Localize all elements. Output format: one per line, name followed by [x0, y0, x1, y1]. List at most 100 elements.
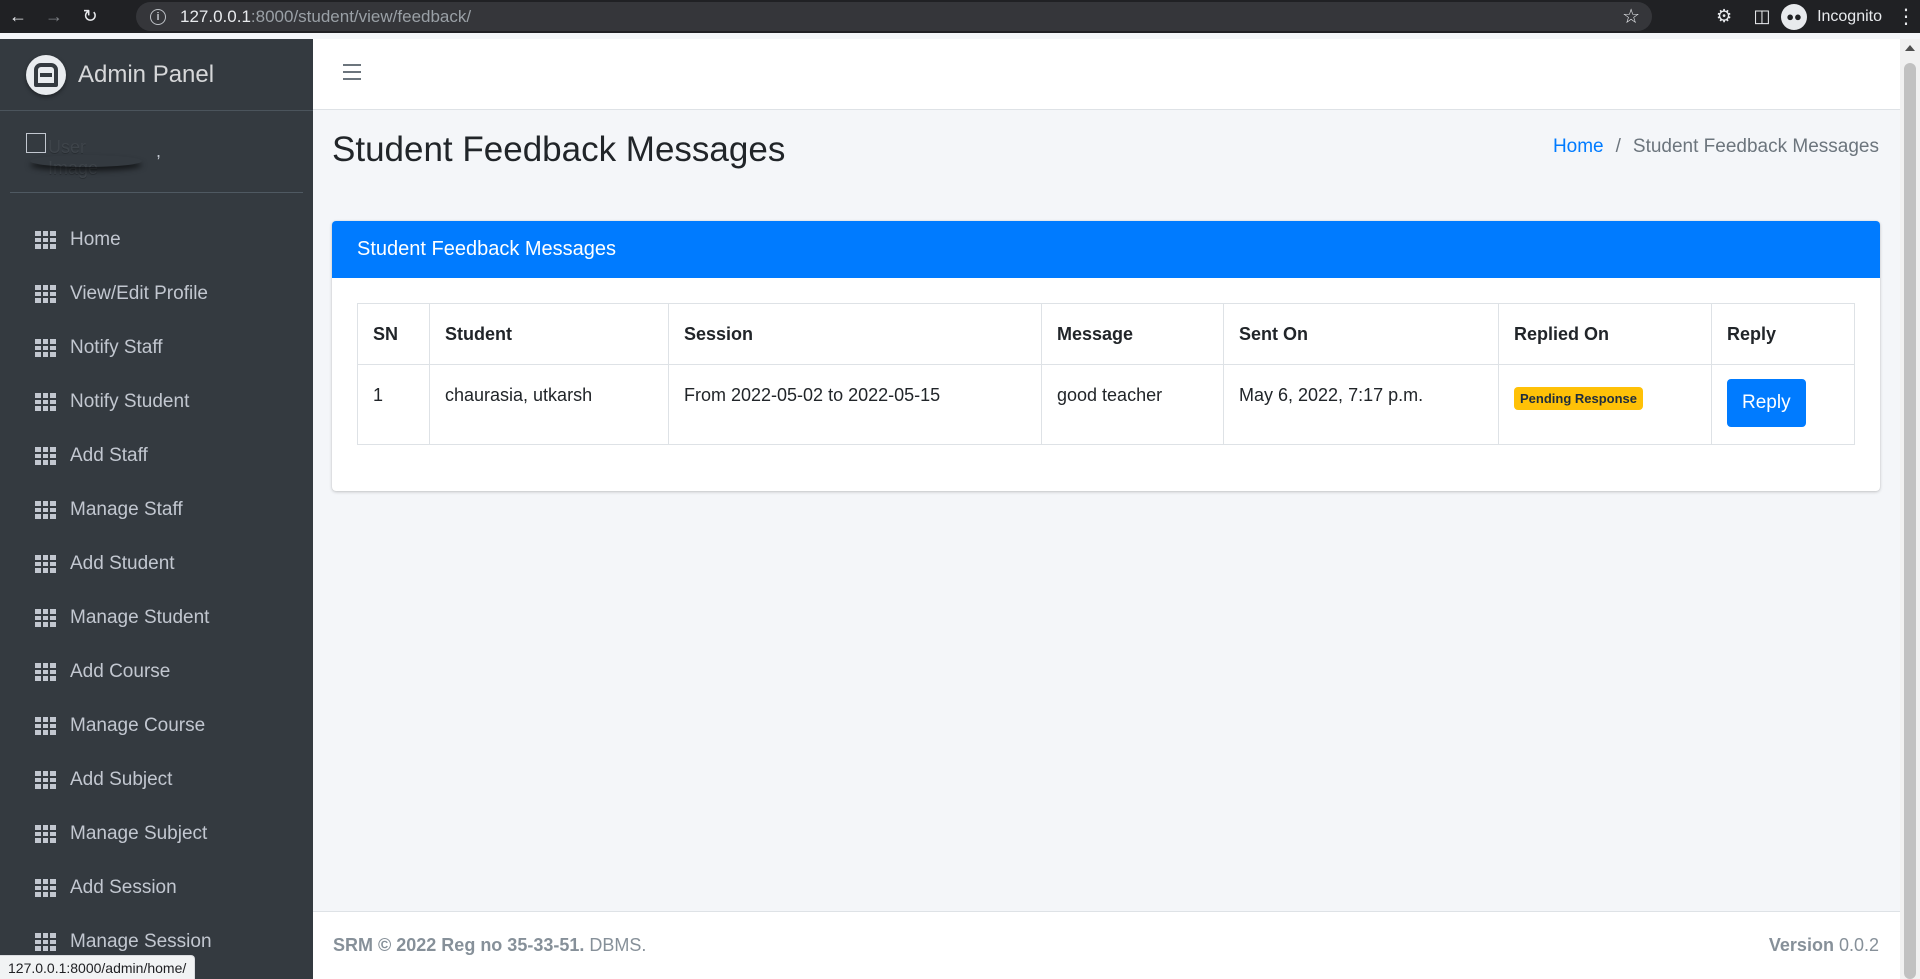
- breadcrumb-home-link[interactable]: Home: [1553, 136, 1604, 158]
- bookmark-star-icon[interactable]: ☆: [1622, 4, 1640, 29]
- footer: SRM © 2022 Reg no 35-33-51. DBMS. Versio…: [313, 911, 1900, 979]
- sidebar-item-label: Add Staff: [70, 445, 148, 466]
- sidebar-item-label: Manage Session: [70, 931, 212, 952]
- back-arrow-icon[interactable]: ←: [0, 0, 36, 33]
- sidebar-item-label: Add Student: [70, 553, 175, 574]
- column-header-session: Session: [668, 303, 1042, 365]
- address-bar[interactable]: i 127.0.0.1:8000/student/view/feedback/ …: [136, 2, 1652, 31]
- column-header-student: Student: [429, 303, 669, 365]
- sidebar-item-label: Notify Staff: [70, 337, 163, 358]
- breadcrumb-separator: /: [1615, 136, 1621, 157]
- footer-version: Version 0.0.2: [1769, 935, 1879, 956]
- user-panel: User Image ,: [10, 111, 303, 193]
- sidebar-item-add-session[interactable]: Add Session: [0, 861, 313, 915]
- cell-student: chaurasia, utkarsh: [429, 364, 669, 445]
- brand-link[interactable]: Admin Panel: [0, 39, 313, 111]
- sidebar-nav: Home View/Edit Profile Notify Staff Noti…: [0, 193, 313, 969]
- card-title: Student Feedback Messages: [332, 221, 1880, 278]
- grid-icon: [35, 285, 56, 303]
- column-header-sent-on: Sent On: [1223, 303, 1499, 365]
- footer-version-value: 0.0.2: [1838, 935, 1879, 955]
- sidebar-item-manage-student[interactable]: Manage Student: [0, 591, 313, 645]
- breadcrumb-current: Student Feedback Messages: [1632, 136, 1879, 157]
- sidebar-item-notify-student[interactable]: Notify Student: [0, 375, 313, 429]
- grid-icon: [35, 555, 56, 573]
- broken-image-icon: [26, 133, 46, 153]
- cell-session: From 2022-05-02 to 2022-05-15: [668, 364, 1042, 445]
- page-scrollbar[interactable]: [1900, 39, 1920, 979]
- column-header-message: Message: [1041, 303, 1224, 365]
- top-navbar: [313, 39, 1900, 110]
- url-host: 127.0.0.1: [180, 6, 251, 26]
- browser-toolbar: ← → ↻ i 127.0.0.1:8000/student/view/feed…: [0, 0, 1920, 33]
- sidebar-item-label: Add Session: [70, 877, 177, 898]
- sidebar-item-home[interactable]: Home: [0, 213, 313, 267]
- reply-button[interactable]: Reply: [1727, 379, 1806, 427]
- brand-logo-icon: [26, 54, 66, 95]
- sidebar-item-label: Add Course: [70, 661, 171, 682]
- sidebar-item-add-course[interactable]: Add Course: [0, 645, 313, 699]
- footer-copyright: SRM © 2022 Reg no 35-33-51. DBMS.: [333, 935, 646, 956]
- sidebar-item-add-student[interactable]: Add Student: [0, 537, 313, 591]
- sidebar-item-view-edit-profile[interactable]: View/Edit Profile: [0, 267, 313, 321]
- sidebar-item-label: Manage Subject: [70, 823, 208, 844]
- feedback-table: SN Student Session Message Sent On Repli…: [357, 303, 1855, 445]
- grid-icon: [35, 879, 56, 897]
- sidebar-item-add-subject[interactable]: Add Subject: [0, 753, 313, 807]
- grid-icon: [35, 825, 56, 843]
- sidebar-item-notify-staff[interactable]: Notify Staff: [0, 321, 313, 375]
- info-icon[interactable]: i: [150, 8, 166, 25]
- cell-sn: 1: [357, 364, 430, 445]
- user-avatar: User Image: [26, 133, 136, 178]
- grid-icon: [35, 339, 56, 357]
- sidebar-item-label: View/Edit Profile: [70, 283, 208, 304]
- breadcrumb: Home / Student Feedback Messages: [1553, 136, 1879, 158]
- incognito-icon: ●●: [1781, 3, 1808, 30]
- side-panel-icon[interactable]: ◫: [1743, 6, 1781, 27]
- grid-icon: [35, 231, 56, 249]
- grid-icon: [35, 501, 56, 519]
- footer-copyright-bold: SRM © 2022 Reg no 35-33-51.: [333, 935, 585, 955]
- sidebar: Admin Panel User Image , Home View/Edit …: [0, 39, 313, 979]
- browser-menu-icon[interactable]: ⋮: [1892, 4, 1920, 29]
- hamburger-menu-icon[interactable]: [343, 64, 361, 80]
- brand-text: Admin Panel: [78, 60, 215, 88]
- column-header-replied-on: Replied On: [1498, 303, 1712, 365]
- footer-version-label: Version: [1768, 935, 1834, 955]
- sidebar-item-add-staff[interactable]: Add Staff: [0, 429, 313, 483]
- feedback-card: Student Feedback Messages SN Student Ses…: [332, 221, 1880, 491]
- extensions-icon[interactable]: ⚙: [1705, 6, 1743, 27]
- sidebar-item-manage-subject[interactable]: Manage Subject: [0, 807, 313, 861]
- sidebar-item-manage-staff[interactable]: Manage Staff: [0, 483, 313, 537]
- scroll-thumb[interactable]: [1904, 63, 1916, 979]
- grid-icon: [35, 393, 56, 411]
- scroll-up-arrow-icon[interactable]: [1905, 45, 1915, 51]
- user-name[interactable]: ,: [156, 141, 161, 162]
- grid-icon: [35, 609, 56, 627]
- grid-icon: [35, 663, 56, 681]
- incognito-indicator[interactable]: ●● Incognito: [1781, 3, 1882, 30]
- incognito-label: Incognito: [1817, 7, 1882, 25]
- column-header-sn: SN: [357, 303, 430, 365]
- sidebar-item-label: Notify Student: [70, 391, 190, 412]
- url-path: :8000/student/view/feedback/: [250, 6, 472, 26]
- cell-message: good teacher: [1041, 364, 1224, 445]
- column-header-reply: Reply: [1711, 303, 1855, 365]
- sidebar-item-label: Manage Staff: [70, 499, 183, 520]
- forward-arrow-icon[interactable]: →: [36, 0, 72, 33]
- grid-icon: [35, 717, 56, 735]
- content-header: Student Feedback Messages Home / Student…: [313, 110, 1900, 210]
- sidebar-item-label: Manage Student: [70, 607, 210, 628]
- reload-icon[interactable]: ↻: [72, 0, 108, 33]
- sidebar-item-manage-course[interactable]: Manage Course: [0, 699, 313, 753]
- table-row: 1 chaurasia, utkarsh From 2022-05-02 to …: [357, 364, 1855, 445]
- sidebar-item-label: Add Subject: [70, 769, 173, 790]
- sidebar-item-label: Home: [70, 229, 121, 250]
- footer-copyright-rest: DBMS.: [589, 935, 647, 955]
- grid-icon: [35, 933, 56, 951]
- cell-replied-on: Pending Response: [1498, 364, 1712, 445]
- grid-icon: [35, 771, 56, 789]
- status-bar-url: 127.0.0.1:8000/admin/home/: [0, 955, 196, 979]
- page-title: Student Feedback Messages: [332, 130, 786, 169]
- cell-sent-on: May 6, 2022, 7:17 p.m.: [1223, 364, 1499, 445]
